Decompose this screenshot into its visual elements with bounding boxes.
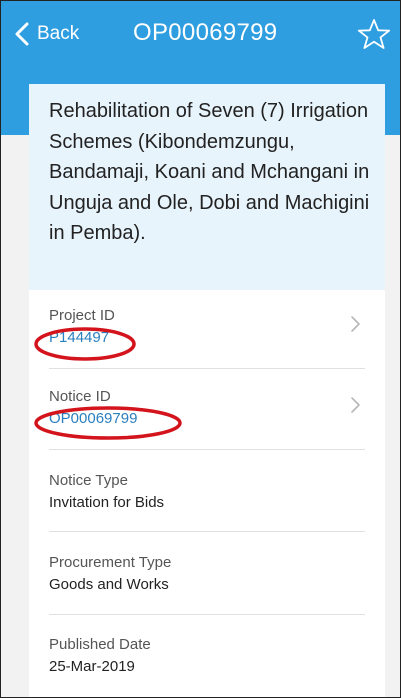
published-date-row: Published Date 25-Mar-2019 <box>49 635 365 677</box>
procurement-type-label: Procurement Type <box>49 554 172 571</box>
row-divider <box>49 614 365 615</box>
project-id-label: Project ID <box>49 307 115 324</box>
notice-type-label: Notice Type <box>49 472 128 489</box>
procurement-type-row: Procurement Type Goods and Works <box>49 553 365 595</box>
back-button[interactable]: Back <box>13 20 79 48</box>
published-date-label: Published Date <box>49 636 151 653</box>
row-divider <box>49 531 365 532</box>
notice-id-value[interactable]: OP00069799 <box>49 409 365 429</box>
back-label: Back <box>37 23 80 44</box>
notice-type-value: Invitation for Bids <box>49 494 165 511</box>
published-date-value: 25-Mar-2019 <box>49 658 135 675</box>
chevron-left-icon <box>15 22 29 46</box>
chevron-right-icon <box>351 397 360 413</box>
app-screen: Back OP00069799 Rehabilitation of Seven … <box>0 0 401 698</box>
notice-detail-card: Rehabilitation of Seven (7) Irrigation S… <box>29 84 385 697</box>
notice-title-block: Rehabilitation of Seven (7) Irrigation S… <box>29 84 385 290</box>
notice-id-row[interactable]: Notice ID OP00069799 <box>49 387 365 429</box>
notice-type-row: Notice Type Invitation for Bids <box>49 471 365 513</box>
procurement-type-value: Goods and Works <box>49 576 169 593</box>
page-title: OP00069799 <box>133 19 278 46</box>
notice-title: Rehabilitation of Seven (7) Irrigation S… <box>49 100 370 245</box>
star-outline-icon[interactable] <box>357 18 391 52</box>
project-id-row[interactable]: Project ID P144497 <box>49 306 365 348</box>
chevron-right-icon <box>351 316 360 332</box>
notice-id-label: Notice ID <box>49 388 111 405</box>
row-divider <box>49 449 365 450</box>
row-divider <box>49 368 365 369</box>
project-id-value[interactable]: P144497 <box>49 328 365 348</box>
